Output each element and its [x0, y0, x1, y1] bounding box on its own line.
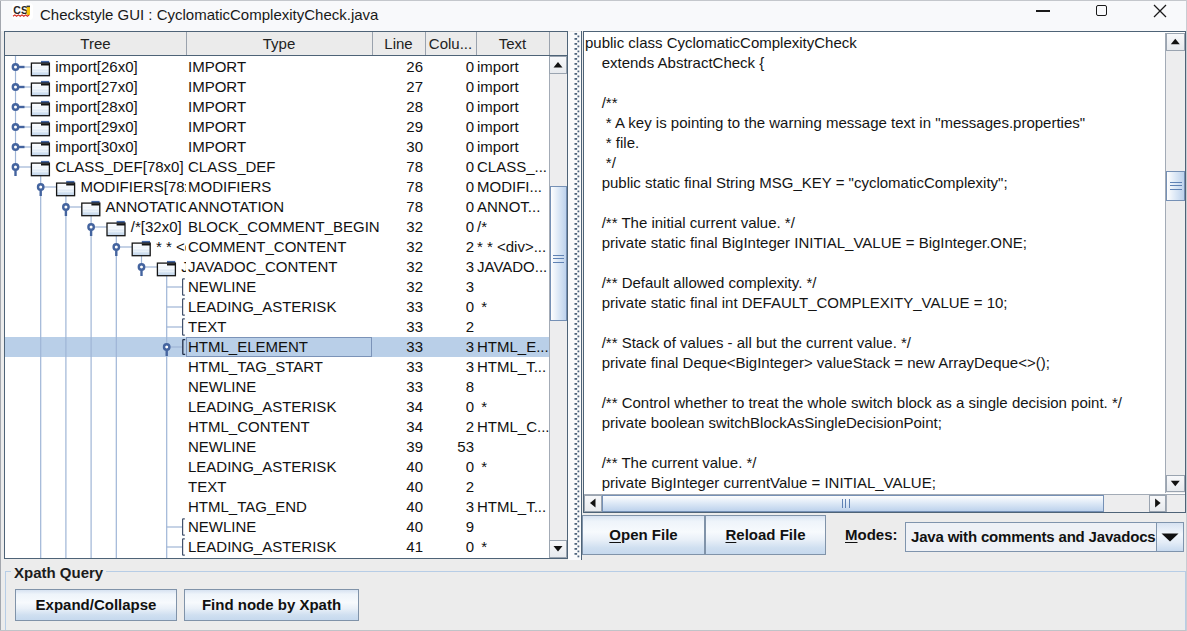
svg-text:CS: CS — [13, 4, 28, 16]
